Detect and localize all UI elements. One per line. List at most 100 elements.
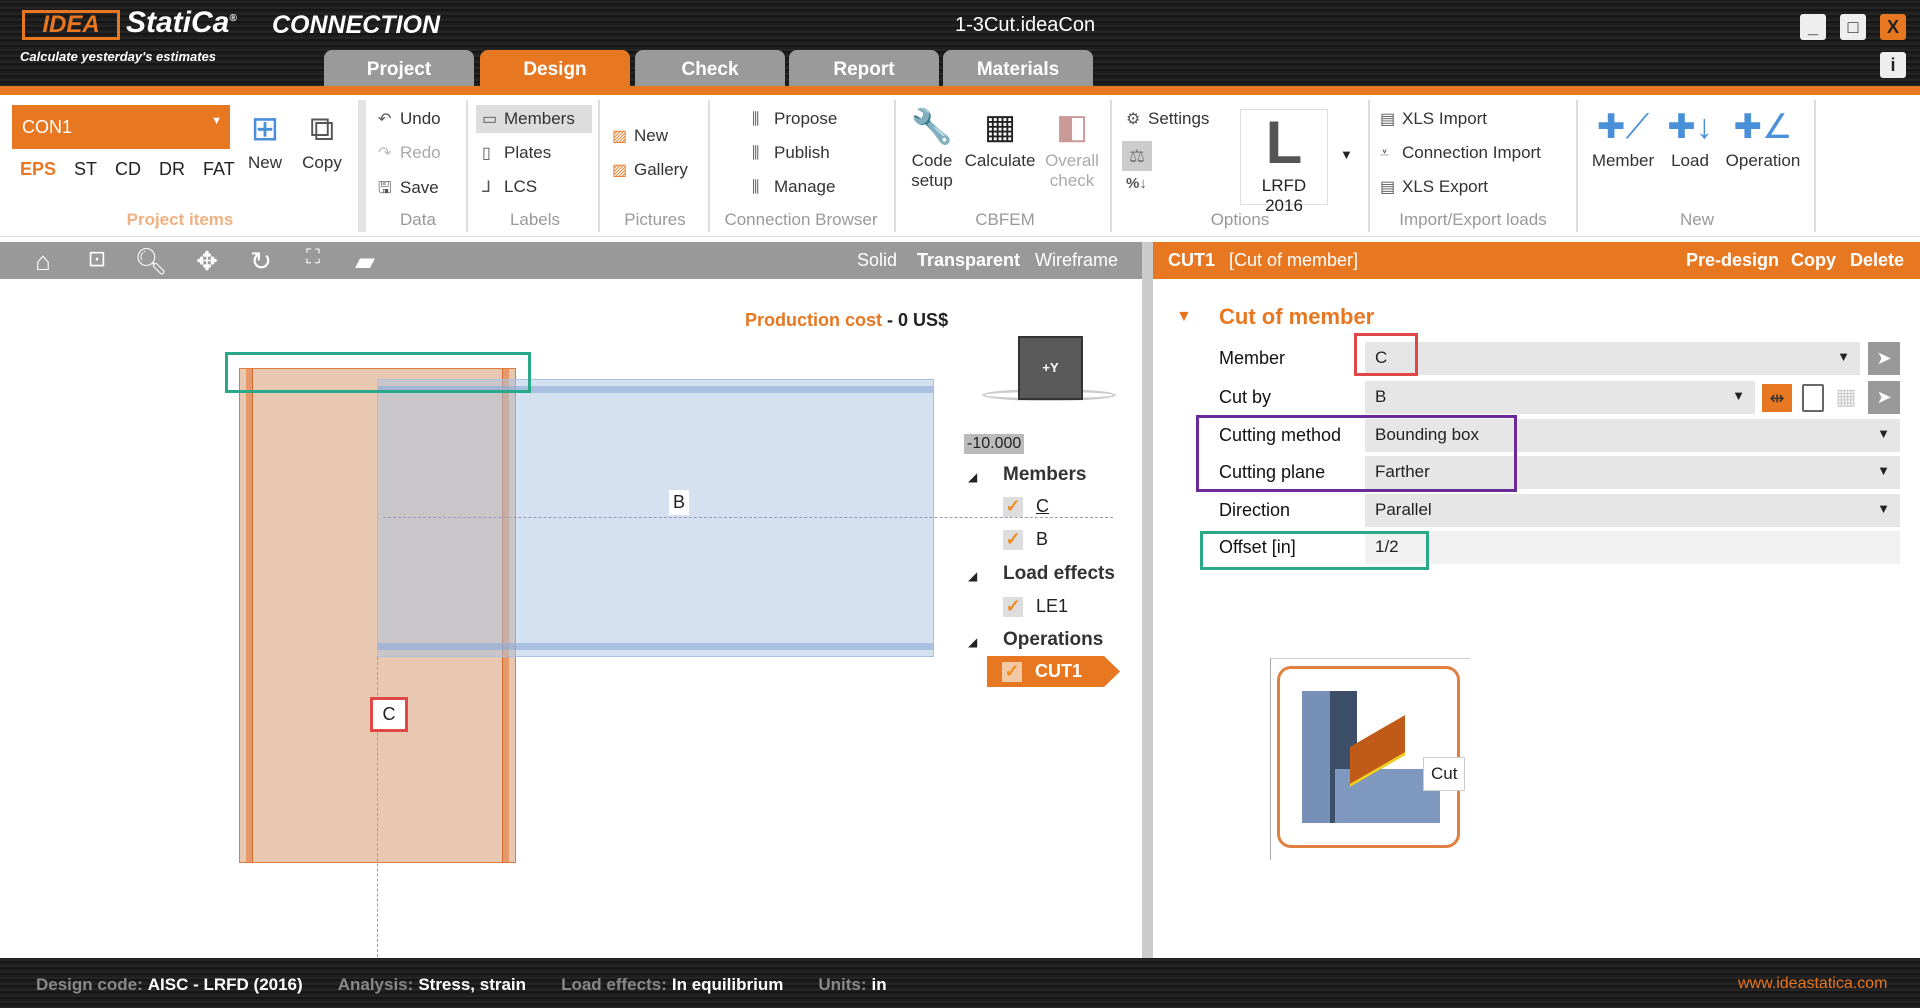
rotate-icon[interactable]: ↻ <box>244 246 278 277</box>
tree-members[interactable]: Members <box>1003 464 1086 486</box>
percent-icon[interactable]: %↓ <box>1126 175 1147 192</box>
connection-select[interactable]: CON1 ▼ <box>12 105 230 149</box>
tree-operations[interactable]: Operations <box>1003 629 1103 651</box>
view-cube[interactable]: +Y <box>1018 336 1083 400</box>
lcs-label: LCS <box>504 177 538 196</box>
excel-icon: ▤ <box>1380 179 1396 196</box>
code-setup-button[interactable]: 🔧 Code setup <box>900 103 964 191</box>
collapse-icon[interactable]: ◢ <box>968 569 977 583</box>
minimize-button[interactable]: _ <box>1800 14 1826 40</box>
website-link[interactable]: www.ideastatica.com <box>1738 975 1887 993</box>
checkbox-icon[interactable]: ✓ <box>1003 597 1023 617</box>
tab-design[interactable]: Design <box>480 50 630 88</box>
code-st[interactable]: ST <box>74 159 97 180</box>
member-select[interactable]: C ▼ <box>1365 342 1860 375</box>
tree-item-cut1[interactable]: ✓ CUT1 <box>987 656 1120 687</box>
tab-materials[interactable]: Materials <box>943 50 1093 88</box>
thumb-label: Cut <box>1423 757 1466 791</box>
delete-button[interactable]: Delete <box>1850 250 1904 271</box>
cut-by-member-icon[interactable]: ⇹ <box>1762 384 1792 412</box>
load-effects-value: In equilibrium <box>671 975 784 994</box>
zoom-icon[interactable]: 🔍︎ <box>134 246 168 277</box>
propose-button[interactable]: ⫼ Propose <box>752 109 837 129</box>
new-member-button[interactable]: ✚⟋ Member <box>1584 103 1662 171</box>
xls-import-button[interactable]: ▤ XLS Import <box>1380 109 1487 129</box>
connection-select-value: CON1 <box>22 117 73 137</box>
offset-input[interactable]: 1/2 <box>1365 531 1900 564</box>
copy-button[interactable]: Copy <box>1791 250 1836 271</box>
scale-icon[interactable]: ⚖ <box>1122 141 1152 171</box>
info-button[interactable]: i <box>1880 52 1906 78</box>
collapse-icon[interactable]: ◢ <box>968 635 977 649</box>
settings-button[interactable]: ⚙ Settings <box>1126 109 1209 129</box>
tree-item-b[interactable]: ✓ B <box>1003 529 1048 550</box>
tree-item-le1[interactable]: ✓ LE1 <box>1003 596 1068 617</box>
view-box-icon[interactable]: ▰ <box>348 246 382 277</box>
checkbox-icon[interactable]: ✓ <box>1003 497 1023 517</box>
copy-connection-button[interactable]: ⧉ Copy <box>298 105 346 173</box>
tree-load-effects[interactable]: Load effects <box>1003 563 1115 585</box>
chevron-down-icon[interactable]: ▼ <box>1340 147 1353 162</box>
collapse-icon[interactable]: ◢ <box>968 470 977 484</box>
tab-project[interactable]: Project <box>324 50 474 88</box>
cut-by-plate-icon[interactable] <box>1802 384 1824 412</box>
pick-cursor-icon[interactable]: ➤ <box>1868 342 1900 375</box>
mode-wireframe[interactable]: Wireframe <box>1035 250 1118 271</box>
picture-new-button[interactable]: ▨ New <box>612 126 668 146</box>
overall-check-button[interactable]: ◧ Overall check <box>1040 103 1104 191</box>
window-title: 1-3Cut.ideaCon <box>955 14 1096 36</box>
undo-button[interactable]: ↶ Undo <box>378 109 441 129</box>
cut-by-select[interactable]: B ▼ <box>1365 381 1755 414</box>
code-dr[interactable]: DR <box>159 159 185 180</box>
labels-lcs-button[interactable]: ⅃ LCS <box>482 177 537 197</box>
close-button[interactable]: X <box>1880 14 1906 40</box>
new-load-button[interactable]: ✚↓ Load <box>1664 103 1716 171</box>
connection-import-button[interactable]: ⩡ Connection Import <box>1380 143 1541 163</box>
checkbox-icon[interactable]: ✓ <box>1003 530 1023 550</box>
zoom-extents-icon[interactable]: ⛶ <box>296 246 330 269</box>
member-b-shape[interactable] <box>377 379 934 657</box>
design-code-button[interactable]: L LRFD 2016 <box>1240 109 1328 215</box>
collapse-section-icon[interactable]: ▼ <box>1176 308 1192 326</box>
xls-export-button[interactable]: ▤ XLS Export <box>1380 177 1488 197</box>
tab-report[interactable]: Report <box>789 50 939 88</box>
tree-item-c[interactable]: ✓ C <box>1003 496 1049 517</box>
direction-select[interactable]: Parallel ▼ <box>1365 494 1900 527</box>
new-connection-button[interactable]: ⊞ New <box>242 105 288 173</box>
operation-thumbnail[interactable]: Cut <box>1277 666 1466 848</box>
home-icon[interactable]: ⌂ <box>26 246 60 277</box>
publish-button[interactable]: ⫼ Publish <box>752 143 830 163</box>
group-label-data: Data <box>400 210 436 229</box>
tab-check[interactable]: Check <box>635 50 785 88</box>
pre-design-button[interactable]: Pre-design <box>1686 250 1779 271</box>
publish-icon: ⫼ <box>752 145 760 162</box>
save-button[interactable]: 🖫 Save <box>378 177 439 204</box>
panel-splitter[interactable] <box>1142 242 1153 958</box>
labels-members-button[interactable]: ▭ Members <box>476 105 592 133</box>
cut-by-surface-icon[interactable]: ▦ <box>1832 384 1860 412</box>
zoom-window-icon[interactable]: ⊡ <box>80 246 114 272</box>
gallery-button[interactable]: ▨ Gallery <box>612 160 688 180</box>
labels-plates-button[interactable]: ▯ Plates <box>482 143 551 163</box>
mode-solid[interactable]: Solid <box>857 250 897 271</box>
analysis-value: Stress, strain <box>418 975 527 994</box>
divider <box>1814 100 1816 232</box>
pick-cursor-icon[interactable]: ➤ <box>1868 381 1900 414</box>
pan-icon[interactable]: ✥ <box>190 246 224 277</box>
plates-icon: ▯ <box>482 145 491 162</box>
redo-button[interactable]: ↷ Redo <box>378 143 441 163</box>
code-cd[interactable]: CD <box>115 159 141 180</box>
new-operation-button[interactable]: ✚∠ Operation <box>1718 103 1808 171</box>
group-label-connection-browser: Connection Browser <box>724 210 878 229</box>
maximize-button[interactable]: □ <box>1840 14 1866 40</box>
code-eps[interactable]: EPS <box>20 159 56 180</box>
mode-transparent[interactable]: Transparent <box>917 250 1020 271</box>
viewport-3d[interactable]: Production cost - 0 US$ B C +Y -10.000 ◢… <box>0 279 1142 958</box>
propose-label: Propose <box>774 109 838 128</box>
logo: IDEA <box>22 10 120 40</box>
cut-by-value: B <box>1375 387 1387 406</box>
checkbox-icon[interactable]: ✓ <box>1002 662 1022 682</box>
manage-button[interactable]: ⫼ Manage <box>752 177 835 197</box>
calculate-button[interactable]: ▦ Calculate <box>962 103 1038 171</box>
code-fat[interactable]: FAT <box>203 159 235 180</box>
